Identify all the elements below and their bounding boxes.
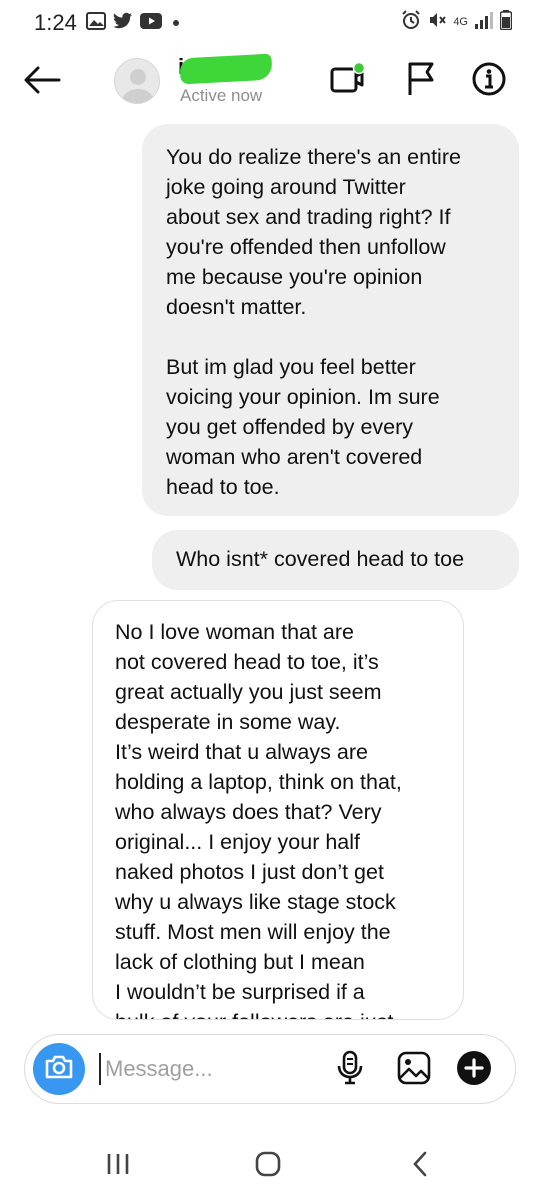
text-caret [99, 1053, 101, 1085]
microphone-icon [336, 1050, 364, 1091]
message-text: You do realize there's an entire joke go… [166, 145, 461, 499]
info-button[interactable] [468, 60, 510, 102]
plus-circle-icon [456, 1050, 492, 1091]
more-options-button[interactable] [453, 1049, 495, 1091]
notification-icons [86, 11, 179, 35]
network-type-icon: 4G [453, 15, 468, 28]
twitter-notification-icon [113, 12, 133, 35]
camera-button[interactable] [33, 1043, 85, 1095]
sent-message[interactable]: Who isnt* covered head to toe [152, 530, 519, 590]
more-notifications-dot [173, 20, 179, 26]
chat-header: i Active now [0, 48, 540, 118]
report-button[interactable] [400, 60, 442, 102]
battery-icon [499, 9, 513, 35]
signal-icon [474, 11, 494, 34]
avatar[interactable] [114, 58, 160, 104]
active-status: Active now [180, 86, 263, 105]
camera-icon [44, 1054, 74, 1085]
info-icon [471, 61, 507, 102]
video-call-button[interactable] [326, 60, 368, 102]
recent-apps-icon [105, 1152, 131, 1181]
message-input[interactable] [105, 1049, 325, 1089]
message-text: Who isnt* covered head to toe [176, 547, 465, 571]
back-button[interactable] [22, 62, 62, 102]
video-call-icon [329, 61, 366, 101]
arrow-left-icon [23, 66, 61, 99]
message-text: No I love woman that are not covered hea… [115, 620, 402, 1019]
recent-apps-button[interactable] [88, 1144, 148, 1188]
name-redaction [179, 53, 273, 85]
gallery-button[interactable] [393, 1049, 435, 1091]
mute-icon [427, 10, 447, 35]
gallery-icon [397, 1051, 431, 1090]
chevron-left-icon [410, 1151, 430, 1182]
status-time: 1:24 [34, 10, 77, 35]
alarm-icon [401, 9, 421, 35]
home-button[interactable] [238, 1144, 298, 1188]
home-icon [254, 1150, 282, 1183]
youtube-notification-icon [140, 12, 162, 34]
gallery-notification-icon [86, 11, 106, 35]
status-bar: 1:24 4G [0, 0, 540, 48]
received-message[interactable]: No I love woman that are not covered hea… [92, 600, 464, 1020]
sent-message[interactable]: You do realize there's an entire joke go… [142, 124, 519, 516]
voice-message-button[interactable] [329, 1049, 371, 1091]
system-nav-bar [0, 1130, 540, 1200]
flag-icon [406, 61, 436, 102]
message-composer [24, 1034, 516, 1104]
nav-back-button[interactable] [390, 1144, 450, 1188]
system-icons: 4G [401, 9, 513, 35]
